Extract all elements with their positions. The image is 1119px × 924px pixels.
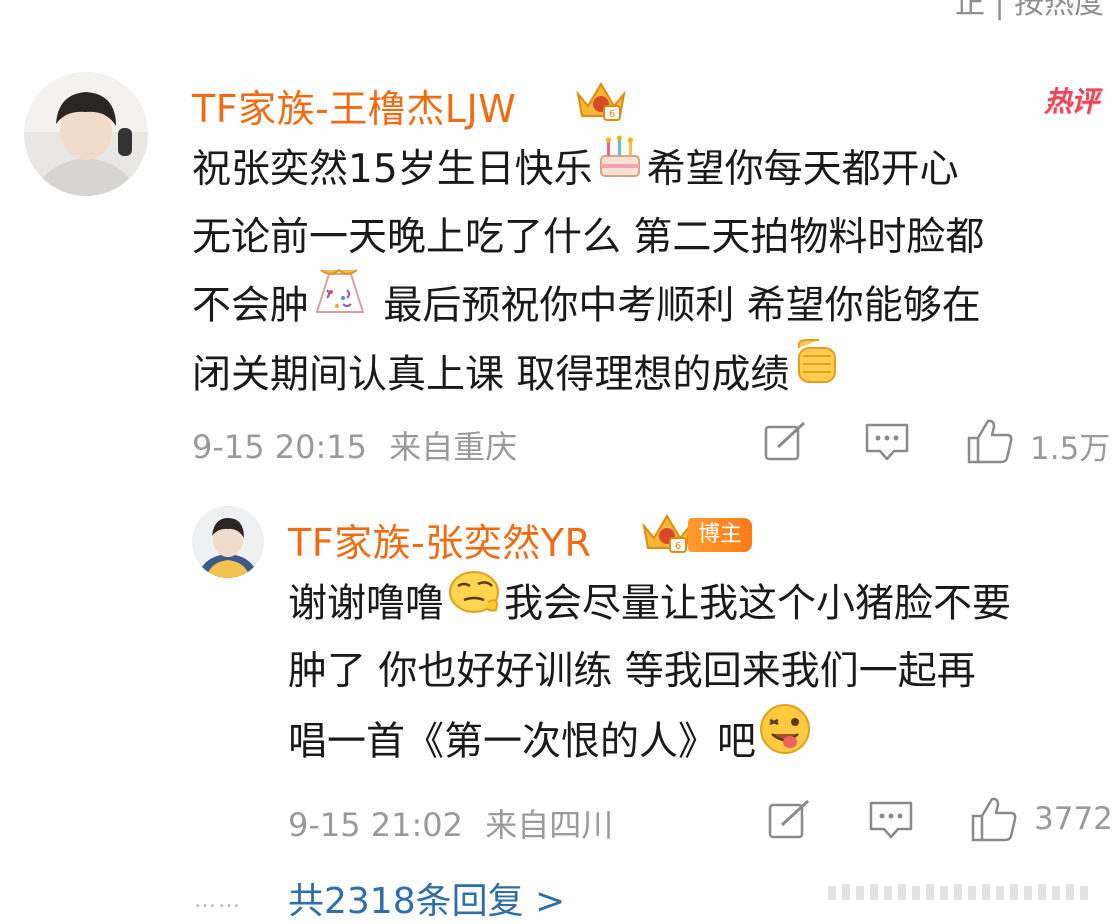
reply-comment-icon[interactable]: [868, 799, 914, 839]
like-thumb-icon[interactable]: [970, 796, 1018, 842]
fist-icon: [791, 336, 843, 410]
avatar-photo: [24, 72, 148, 196]
comment-line-2: 无论前一天晚上吃了什么 第二天拍物料时脸都: [192, 215, 985, 260]
comment-username[interactable]: TF家族-王橹杰LJW: [192, 78, 516, 133]
reply-line-2: 肿了 你也好好训练 等我回来我们一起再: [288, 649, 976, 694]
crown-badge-icon: 6: [576, 82, 626, 121]
svg-text:6: 6: [609, 109, 615, 120]
reply-location: 来自四川: [485, 806, 614, 844]
blogger-badge: 博主: [688, 518, 752, 552]
reply-like-count: 3772: [1034, 801, 1113, 837]
party-popper-icon: [311, 268, 369, 340]
reply-avatar[interactable]: [192, 506, 264, 578]
view-more-replies-link[interactable]: 共2318条回复 >: [288, 872, 565, 924]
thinking-face-icon: [446, 566, 502, 638]
comment-location: 来自重庆: [389, 428, 518, 466]
hot-comment-badge: 热评: [1044, 85, 1099, 118]
reply-avatar-photo: [192, 506, 264, 578]
watermark-graphic: [828, 884, 1088, 900]
comment-like-count: 1.5万: [1030, 431, 1111, 467]
sort-order-label[interactable]: 正 | 按热度: [955, 0, 1104, 22]
birthday-cake-icon: [595, 134, 645, 202]
reply-body: 谢谢噜噜 我会尽量让我这个小猪脸不要 肿了 你也好好训练 等我回来我们一起再 唱…: [288, 570, 1011, 774]
comment-body: 祝张奕然15岁生日快乐 希望你每天都开心 无论前一天晚上吃了什么 第二天拍物料时…: [192, 134, 985, 408]
more-dots: ……: [194, 888, 242, 913]
comment-timestamp: 9-15 20:15 来自重庆: [192, 428, 518, 466]
svg-text:6: 6: [675, 541, 681, 552]
winking-tongue-face-icon: [758, 702, 812, 778]
reply-comment-icon[interactable]: [864, 421, 910, 461]
comment-edit-icon[interactable]: [764, 421, 808, 461]
crown-badge-icon: 6: [642, 514, 692, 553]
reply-timestamp: 9-15 21:02 来自四川: [288, 806, 614, 844]
reply-line-3: 唱一首《第一次恨的人》吧: [288, 704, 1011, 774]
comment-line-1: 祝张奕然15岁生日快乐 希望你每天都开心: [192, 134, 984, 204]
reply-username[interactable]: TF家族-张奕然YR: [288, 512, 591, 567]
comment-line-3: 不会肿 最后预祝你中考顺利 希望你能够在: [192, 268, 984, 340]
comment-edit-icon[interactable]: [768, 799, 812, 839]
avatar[interactable]: [24, 72, 148, 196]
reply-line-1: 谢谢噜噜 我会尽量让我这个小猪脸不要: [288, 570, 1011, 638]
comment-line-4: 闭关期间认真上课 取得理想的成绩: [192, 339, 984, 408]
like-thumb-icon[interactable]: [966, 418, 1014, 464]
